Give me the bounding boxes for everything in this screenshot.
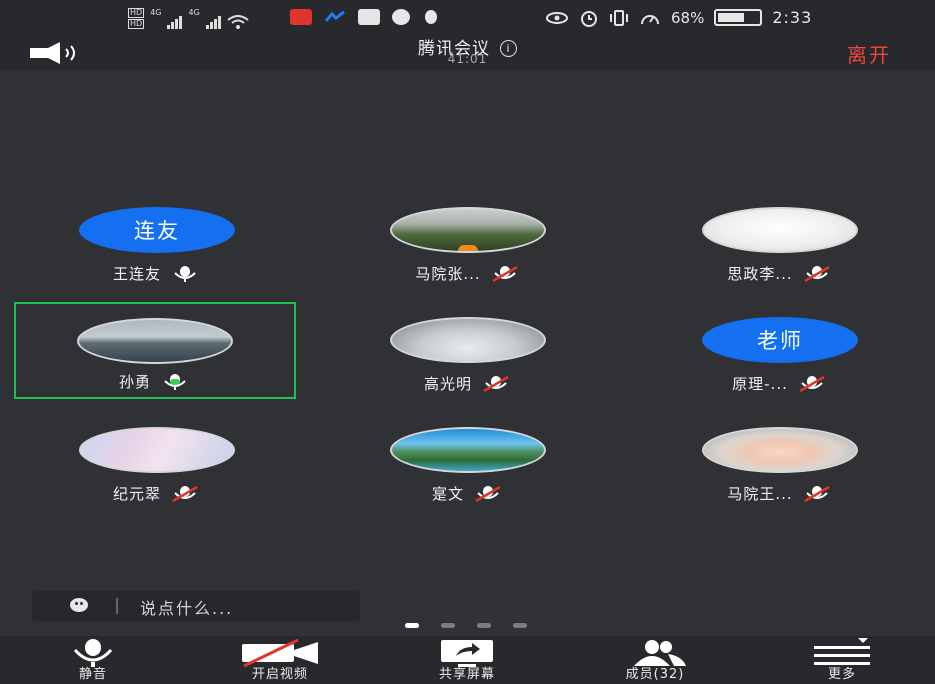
chat-placeholder: 说点什么...	[140, 599, 234, 618]
avatar: 老师	[702, 317, 858, 363]
participant-name: 原理-...	[732, 375, 788, 393]
page-dot[interactable]	[477, 623, 491, 628]
vibrate-icon	[610, 9, 628, 26]
members-button[interactable]: 成员(32)	[575, 636, 735, 684]
eye-icon	[546, 11, 568, 24]
divider	[116, 598, 118, 614]
avatar	[702, 427, 858, 473]
notification-icons	[290, 9, 440, 25]
avatar: 连友	[79, 207, 235, 253]
app-notification-icon	[290, 9, 312, 25]
participant-name: 王连友	[112, 265, 161, 283]
participant-name: 马院王...	[727, 485, 793, 503]
participant-tile[interactable]: 老师 原理-...	[640, 317, 920, 411]
wifi-icon	[227, 15, 249, 29]
participant-name: 纪元翠	[112, 485, 161, 503]
microphone-muted-icon	[483, 375, 509, 392]
signal-icon	[167, 15, 183, 29]
start-video-button[interactable]: 开启视频	[200, 636, 360, 684]
browser-icon	[392, 9, 410, 25]
speed-icon	[641, 14, 659, 24]
bottom-toolbar: 静音 开启视频 共享屏幕 成员(32) 更多	[0, 636, 935, 684]
battery-icon	[714, 9, 763, 26]
hd-badge: HD	[128, 8, 145, 18]
video-app-icon	[358, 9, 380, 25]
participant-name: 思政李...	[727, 265, 793, 283]
members-label: 成员(32)	[625, 667, 685, 682]
clock: 2:33	[772, 8, 813, 27]
microphone-icon	[174, 265, 196, 282]
microphone-muted-icon	[475, 485, 501, 502]
participant-tile[interactable]: 马院张...	[328, 207, 608, 301]
more-button[interactable]: 更多	[762, 636, 922, 684]
avatar	[702, 207, 858, 253]
signal-icon	[205, 15, 221, 29]
network-type: 4G	[150, 8, 162, 17]
more-label: 更多	[827, 667, 856, 682]
avatar	[390, 427, 546, 473]
video-label: 开启视频	[251, 667, 308, 682]
mute-button[interactable]: 静音	[13, 636, 173, 684]
page-dot[interactable]	[513, 623, 527, 628]
participant-name: 马院张...	[415, 265, 481, 283]
participant-tile[interactable]: 连友 王连友	[17, 207, 297, 301]
participant-tile[interactable]: 高光明	[328, 317, 608, 411]
app-notification-icon	[324, 10, 345, 22]
meeting-header: 腾讯会议 i 41:01 离开	[0, 34, 935, 70]
battery-percent: 68%	[671, 8, 705, 27]
leave-button[interactable]: 离开	[847, 39, 891, 68]
host-badge-icon	[458, 245, 478, 251]
participant-name: 孙勇	[118, 373, 151, 391]
status-bar: HD HD 4G 4G 68% 2:33	[0, 0, 935, 34]
participant-tile[interactable]: 马院王...	[640, 427, 920, 521]
microphone-muted-icon	[799, 375, 825, 392]
microphone-active-icon	[164, 373, 186, 390]
alarm-icon	[581, 10, 597, 27]
share-screen-button[interactable]: 共享屏幕	[387, 636, 547, 684]
avatar	[77, 318, 233, 364]
mute-label: 静音	[78, 667, 107, 682]
meeting-timer: 41:01	[447, 52, 488, 66]
participant-tile[interactable]: 纪元翠	[17, 427, 297, 521]
signal-indicators: HD HD 4G 4G	[128, 8, 249, 29]
participant-tile-active-speaker[interactable]: 孙勇	[14, 302, 296, 399]
share-label: 共享屏幕	[438, 667, 495, 682]
participant-name: 高光明	[423, 375, 472, 393]
avatar	[390, 207, 546, 253]
hd-badge: HD	[128, 19, 145, 29]
network-type: 4G	[188, 8, 200, 17]
microphone-muted-icon	[172, 485, 198, 502]
participant-tile[interactable]: 寔文	[328, 427, 608, 521]
page-dot[interactable]	[441, 623, 455, 628]
avatar	[390, 317, 546, 363]
participant-tile[interactable]: 思政李...	[640, 207, 920, 301]
qq-icon	[425, 10, 437, 24]
microphone-muted-icon	[492, 265, 518, 282]
participant-name: 寔文	[431, 485, 464, 503]
chat-input[interactable]: 说点什么...	[32, 591, 360, 621]
avatar	[79, 427, 235, 473]
microphone-muted-icon	[804, 485, 830, 502]
page-dot-current[interactable]	[405, 623, 419, 628]
system-status: 68% 2:33	[545, 8, 812, 27]
microphone-muted-icon	[804, 265, 830, 282]
page-indicator[interactable]	[405, 623, 527, 628]
emoji-icon[interactable]	[70, 598, 88, 612]
